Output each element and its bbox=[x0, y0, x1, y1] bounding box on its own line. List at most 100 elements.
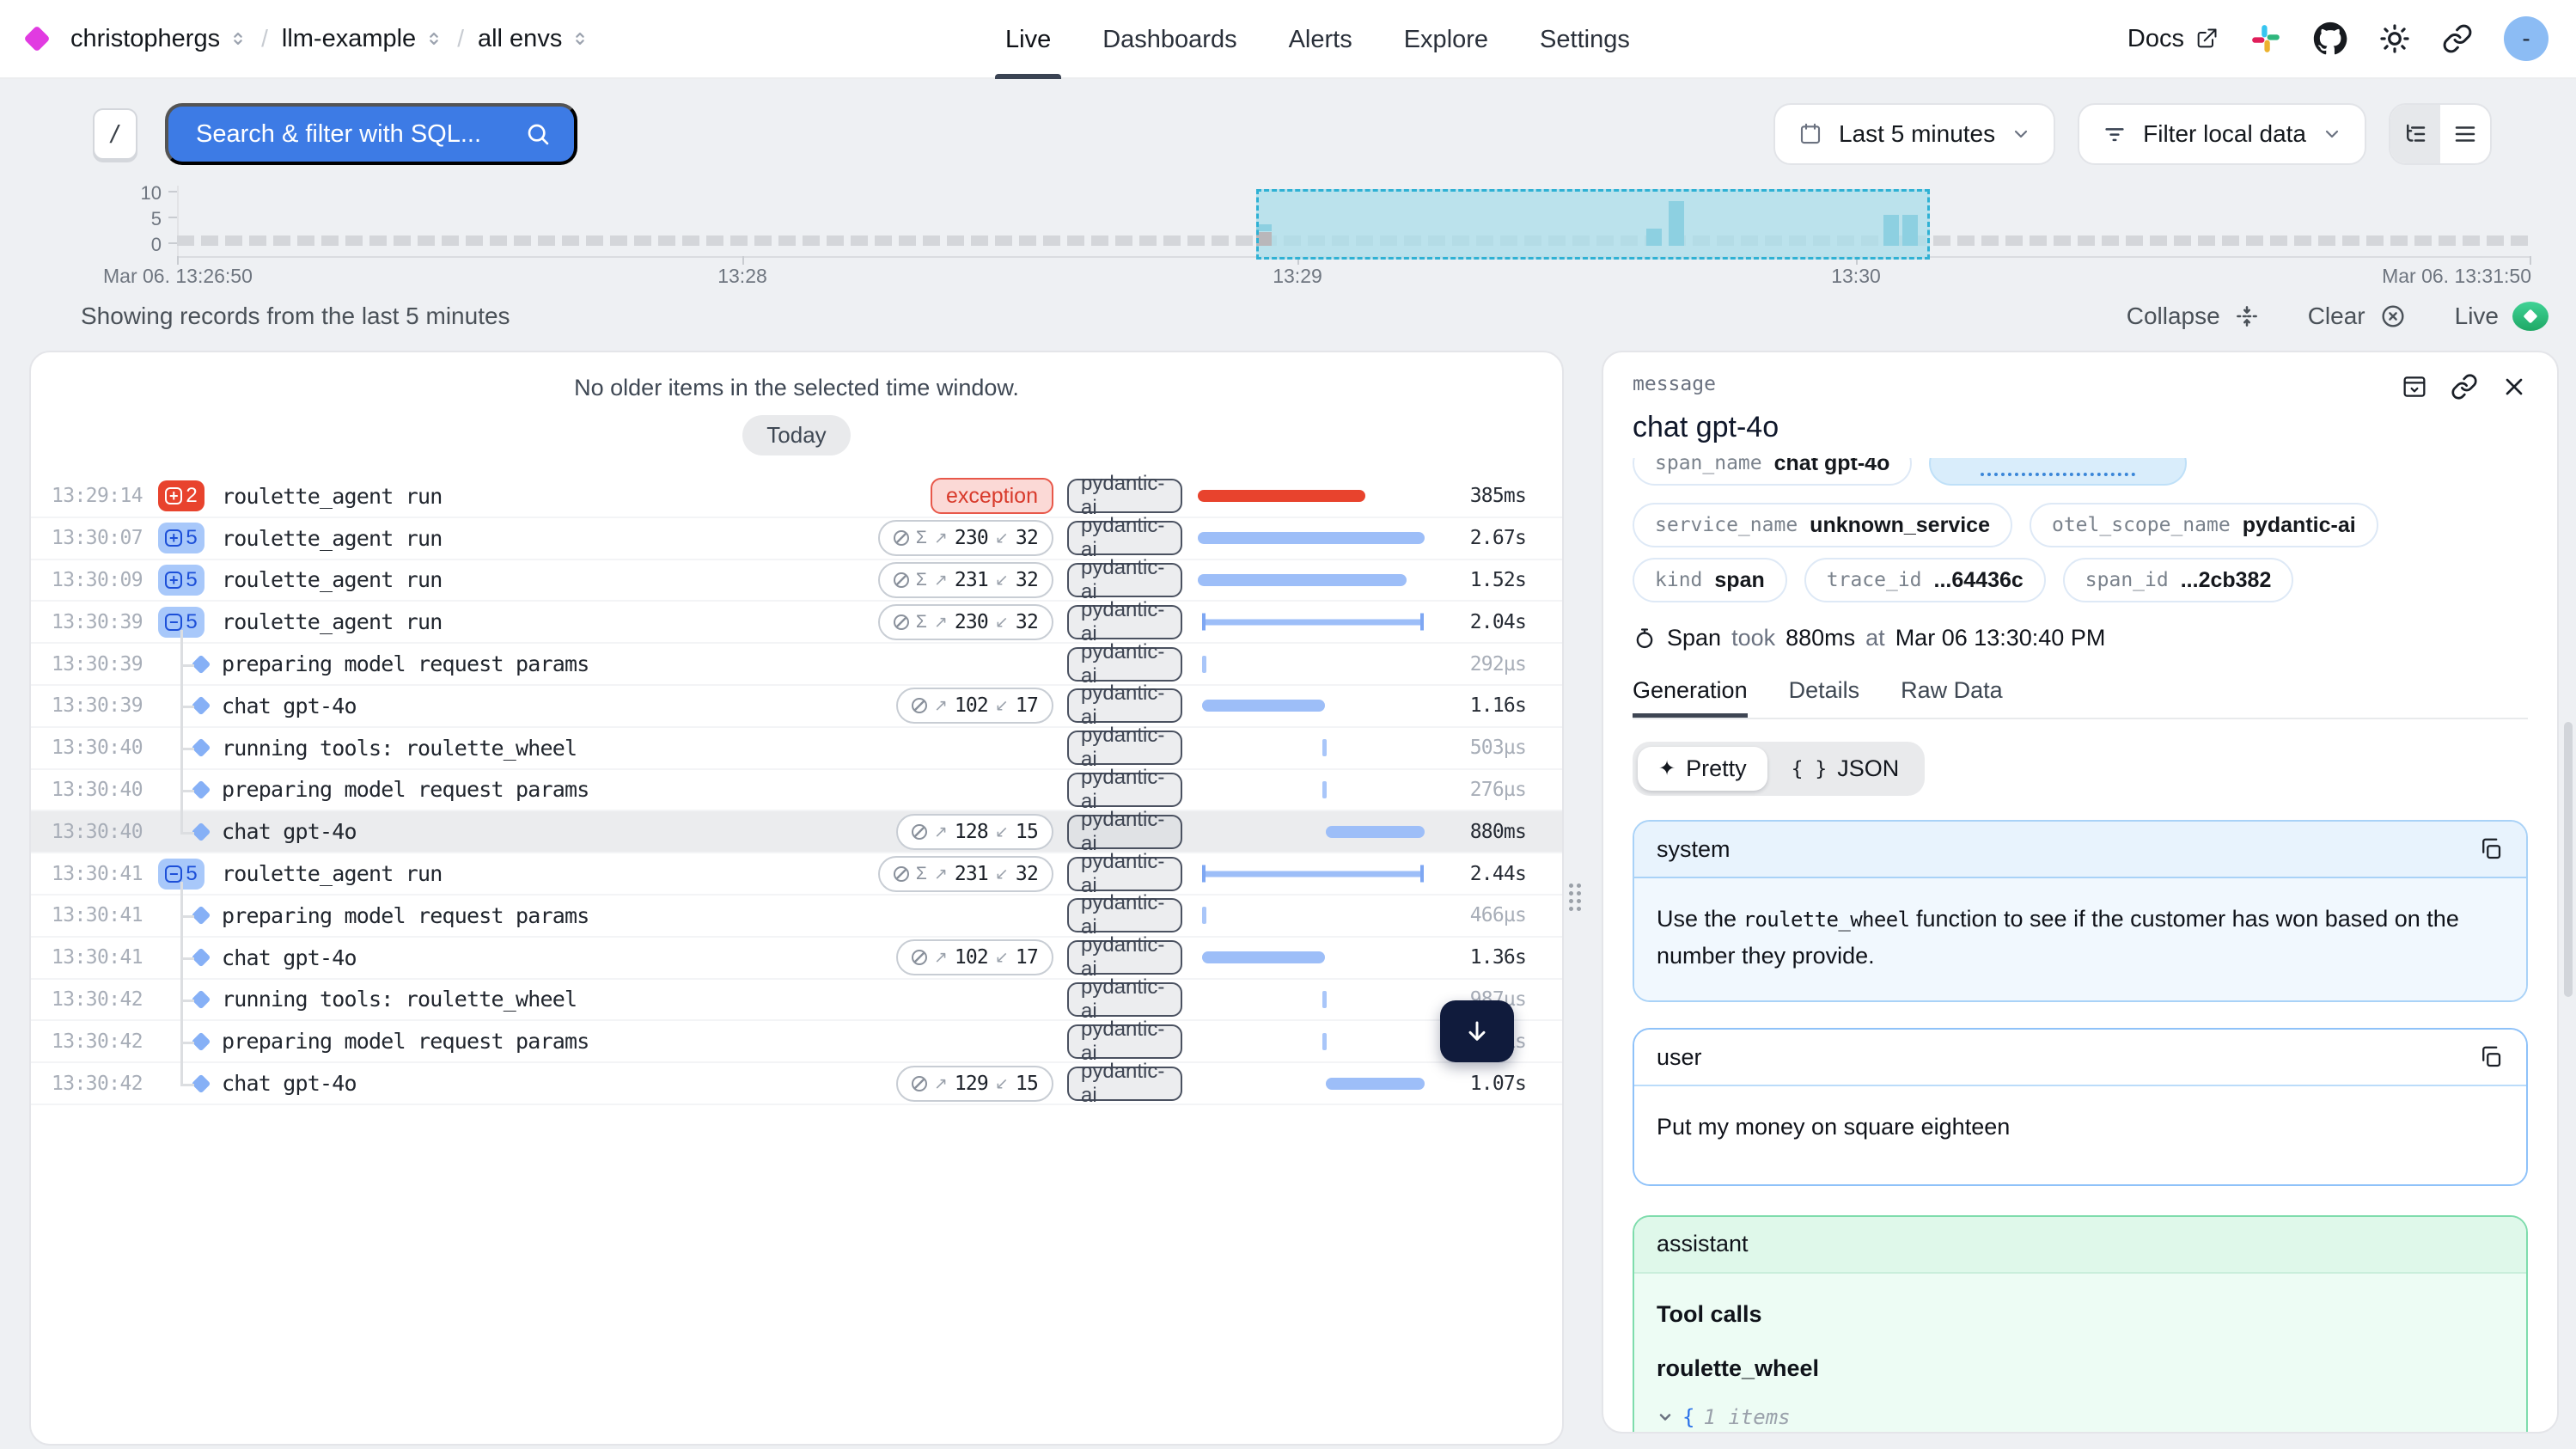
trace-row[interactable]: 13:30:40 chat gpt-4o ↗ 128 ↙ bbox=[31, 811, 1562, 853]
tag-key: otel_scope_name bbox=[2052, 514, 2231, 536]
app-root: christophergs / llm-example / all envs bbox=[0, 0, 2576, 1449]
expand-count-badge[interactable]: + 5 bbox=[158, 523, 204, 553]
trace-row[interactable]: 13:30:40 preparing model request params … bbox=[31, 770, 1562, 812]
duration-value: 385ms bbox=[1425, 485, 1562, 507]
trace-row[interactable]: 13:30:07 + 5 roulette_agent run Σ bbox=[31, 518, 1562, 560]
row-timestamp: 13:30:09 bbox=[31, 569, 158, 591]
detail-tab[interactable]: Generation bbox=[1633, 677, 1748, 718]
detail-tab[interactable]: Details bbox=[1789, 677, 1860, 718]
span-name-tag[interactable]: span_name chat gpt-4o bbox=[1633, 458, 1912, 486]
main-nav-tabs: Live Dashboards Alerts Explore Settings bbox=[1005, 0, 1630, 79]
expand-count-badge[interactable]: − 5 bbox=[158, 607, 204, 638]
nav-tab[interactable]: Live bbox=[1005, 0, 1051, 79]
duration-value: 1.07s bbox=[1425, 1073, 1562, 1095]
archive-span-button[interactable] bbox=[2401, 373, 2428, 400]
output-tokens-arrow-icon: ↙ bbox=[995, 865, 1009, 883]
search-toolbar: / Search & filter with SQL... Last 5 min… bbox=[0, 100, 2576, 168]
trace-row[interactable]: 13:30:42 preparing model request params … bbox=[31, 1021, 1562, 1063]
close-detail-button[interactable] bbox=[2500, 373, 2528, 400]
tag-value: chat gpt-4o bbox=[1774, 458, 1890, 476]
token-coin-icon bbox=[912, 698, 927, 713]
slack-icon[interactable] bbox=[2249, 22, 2282, 55]
trace-row[interactable]: 13:30:40 running tools: roulette_wheel p… bbox=[31, 728, 1562, 770]
panel-scrollbar-thumb[interactable] bbox=[2564, 722, 2573, 997]
records-status-row: Showing records from the last 5 minutes … bbox=[0, 296, 2576, 337]
breadcrumb-item[interactable]: christophergs bbox=[70, 25, 247, 53]
expand-count-badge[interactable]: + 2 bbox=[158, 480, 204, 511]
copy-message-button[interactable] bbox=[2478, 836, 2504, 862]
attribute-tag[interactable]: span_id ...2cb382 bbox=[2063, 558, 2294, 602]
attribute-tag[interactable]: otel_scope_name pydantic-ai bbox=[2030, 503, 2378, 547]
share-link-icon[interactable] bbox=[2442, 23, 2473, 54]
trace-row[interactable]: 13:30:09 + 5 roulette_agent run Σ bbox=[31, 560, 1562, 602]
row-expander-zone bbox=[158, 686, 222, 726]
scope-zone: pydantic-ai bbox=[1067, 857, 1182, 891]
trace-row[interactable]: 13:30:41 − 5 roulette_agent run Σ bbox=[31, 853, 1562, 896]
expand-count-badge[interactable]: + 5 bbox=[158, 565, 204, 596]
trace-row[interactable]: 13:30:41 chat gpt-4o ↗ 102 ↙ bbox=[31, 938, 1562, 980]
trace-row[interactable]: 13:30:41 preparing model request params … bbox=[31, 896, 1562, 938]
breadcrumb-item[interactable]: llm-example bbox=[282, 25, 443, 53]
today-button[interactable]: Today bbox=[742, 415, 850, 455]
slash-shortcut-key[interactable]: / bbox=[93, 108, 137, 160]
time-range-dropdown[interactable]: Last 5 minutes bbox=[1773, 103, 2055, 165]
live-toggle[interactable]: Live bbox=[2455, 302, 2549, 331]
breadcrumb: christophergs / llm-example / all envs bbox=[27, 25, 589, 53]
trace-row[interactable]: 13:30:39 preparing model request params … bbox=[31, 644, 1562, 686]
duration-bar-track bbox=[1198, 1021, 1425, 1061]
token-usage-pill: ↗ 128 ↙ 15 bbox=[896, 814, 1053, 850]
duration-bar-track bbox=[1198, 896, 1425, 936]
json-tree-root[interactable]: { 1 items bbox=[1657, 1401, 2504, 1434]
close-icon bbox=[2500, 373, 2528, 400]
user-avatar[interactable]: - bbox=[2504, 16, 2549, 61]
user-message-card: user Put my money on square eighteen bbox=[1633, 1028, 2528, 1185]
scroll-to-bottom-button[interactable] bbox=[1440, 1000, 1514, 1062]
attribute-tag[interactable]: trace_id ...64436c bbox=[1804, 558, 2046, 602]
tree-view-toggle[interactable] bbox=[2390, 105, 2440, 163]
trace-row[interactable]: 13:30:42 chat gpt-4o ↗ 129 ↙ bbox=[31, 1063, 1562, 1105]
copy-message-button[interactable] bbox=[2478, 1044, 2504, 1070]
detail-tab[interactable]: Raw Data bbox=[1901, 677, 2003, 718]
docs-link[interactable]: Docs bbox=[2127, 25, 2219, 53]
theme-sun-icon[interactable] bbox=[2378, 22, 2411, 55]
detail-actions bbox=[2401, 373, 2528, 400]
span-diamond-icon bbox=[192, 780, 211, 800]
filter-local-data-dropdown[interactable]: Filter local data bbox=[2078, 103, 2366, 165]
live-label: Live bbox=[2455, 303, 2499, 330]
clipped-pill[interactable] bbox=[1929, 458, 2187, 486]
input-tokens-count: 102 bbox=[955, 694, 988, 717]
trace-row[interactable]: 13:30:39 − 5 roulette_agent run Σ bbox=[31, 602, 1562, 644]
row-expander-zone bbox=[158, 644, 222, 684]
toolbar-right: Last 5 minutes Filter local data bbox=[1773, 103, 2492, 165]
nav-tab[interactable]: Alerts bbox=[1289, 0, 1352, 79]
attribute-tag[interactable]: service_name unknown_service bbox=[1633, 503, 2012, 547]
expand-count-badge[interactable]: − 5 bbox=[158, 859, 204, 890]
pretty-view-button[interactable]: ✦ Pretty bbox=[1638, 747, 1767, 791]
clear-button[interactable]: Clear bbox=[2308, 303, 2407, 330]
trace-row[interactable]: 13:30:42 running tools: roulette_wheel p… bbox=[31, 980, 1562, 1022]
list-view-toggle[interactable] bbox=[2440, 105, 2490, 163]
timeline-selection-region[interactable] bbox=[1256, 189, 1930, 260]
nav-tab[interactable]: Dashboards bbox=[1102, 0, 1236, 79]
duration-bar bbox=[1202, 619, 1423, 625]
trace-row[interactable]: 13:29:14 + 2 roulette_agent run exceptio… bbox=[31, 476, 1562, 518]
nav-tab[interactable]: Explore bbox=[1404, 0, 1488, 79]
output-tokens-count: 15 bbox=[1016, 1073, 1038, 1095]
breadcrumb-item[interactable]: all envs bbox=[478, 25, 589, 53]
duration-value: 2.44s bbox=[1425, 863, 1562, 885]
span-name: roulette_agent run bbox=[222, 484, 813, 509]
json-view-button[interactable]: { } JSON bbox=[1771, 747, 1920, 791]
panel-resize-handle[interactable] bbox=[1569, 883, 1586, 914]
github-icon[interactable] bbox=[2313, 21, 2347, 56]
search-sql-button[interactable]: Search & filter with SQL... bbox=[165, 103, 577, 165]
copy-span-link-button[interactable] bbox=[2451, 373, 2478, 400]
trace-row[interactable]: 13:30:39 chat gpt-4o ↗ 102 ↙ bbox=[31, 686, 1562, 728]
nav-tab[interactable]: Settings bbox=[1540, 0, 1630, 79]
stopwatch-icon bbox=[1633, 627, 1657, 651]
assistant-message-body: Tool calls roulette_wheel { 1 items "squ… bbox=[1634, 1274, 2526, 1434]
breadcrumb-label: all envs bbox=[478, 25, 562, 53]
attribute-tag[interactable]: kind span bbox=[1633, 558, 1787, 602]
duration-bar-track bbox=[1198, 518, 1425, 559]
output-tokens-count: 32 bbox=[1016, 611, 1038, 633]
collapse-button[interactable]: Collapse bbox=[2127, 303, 2260, 330]
